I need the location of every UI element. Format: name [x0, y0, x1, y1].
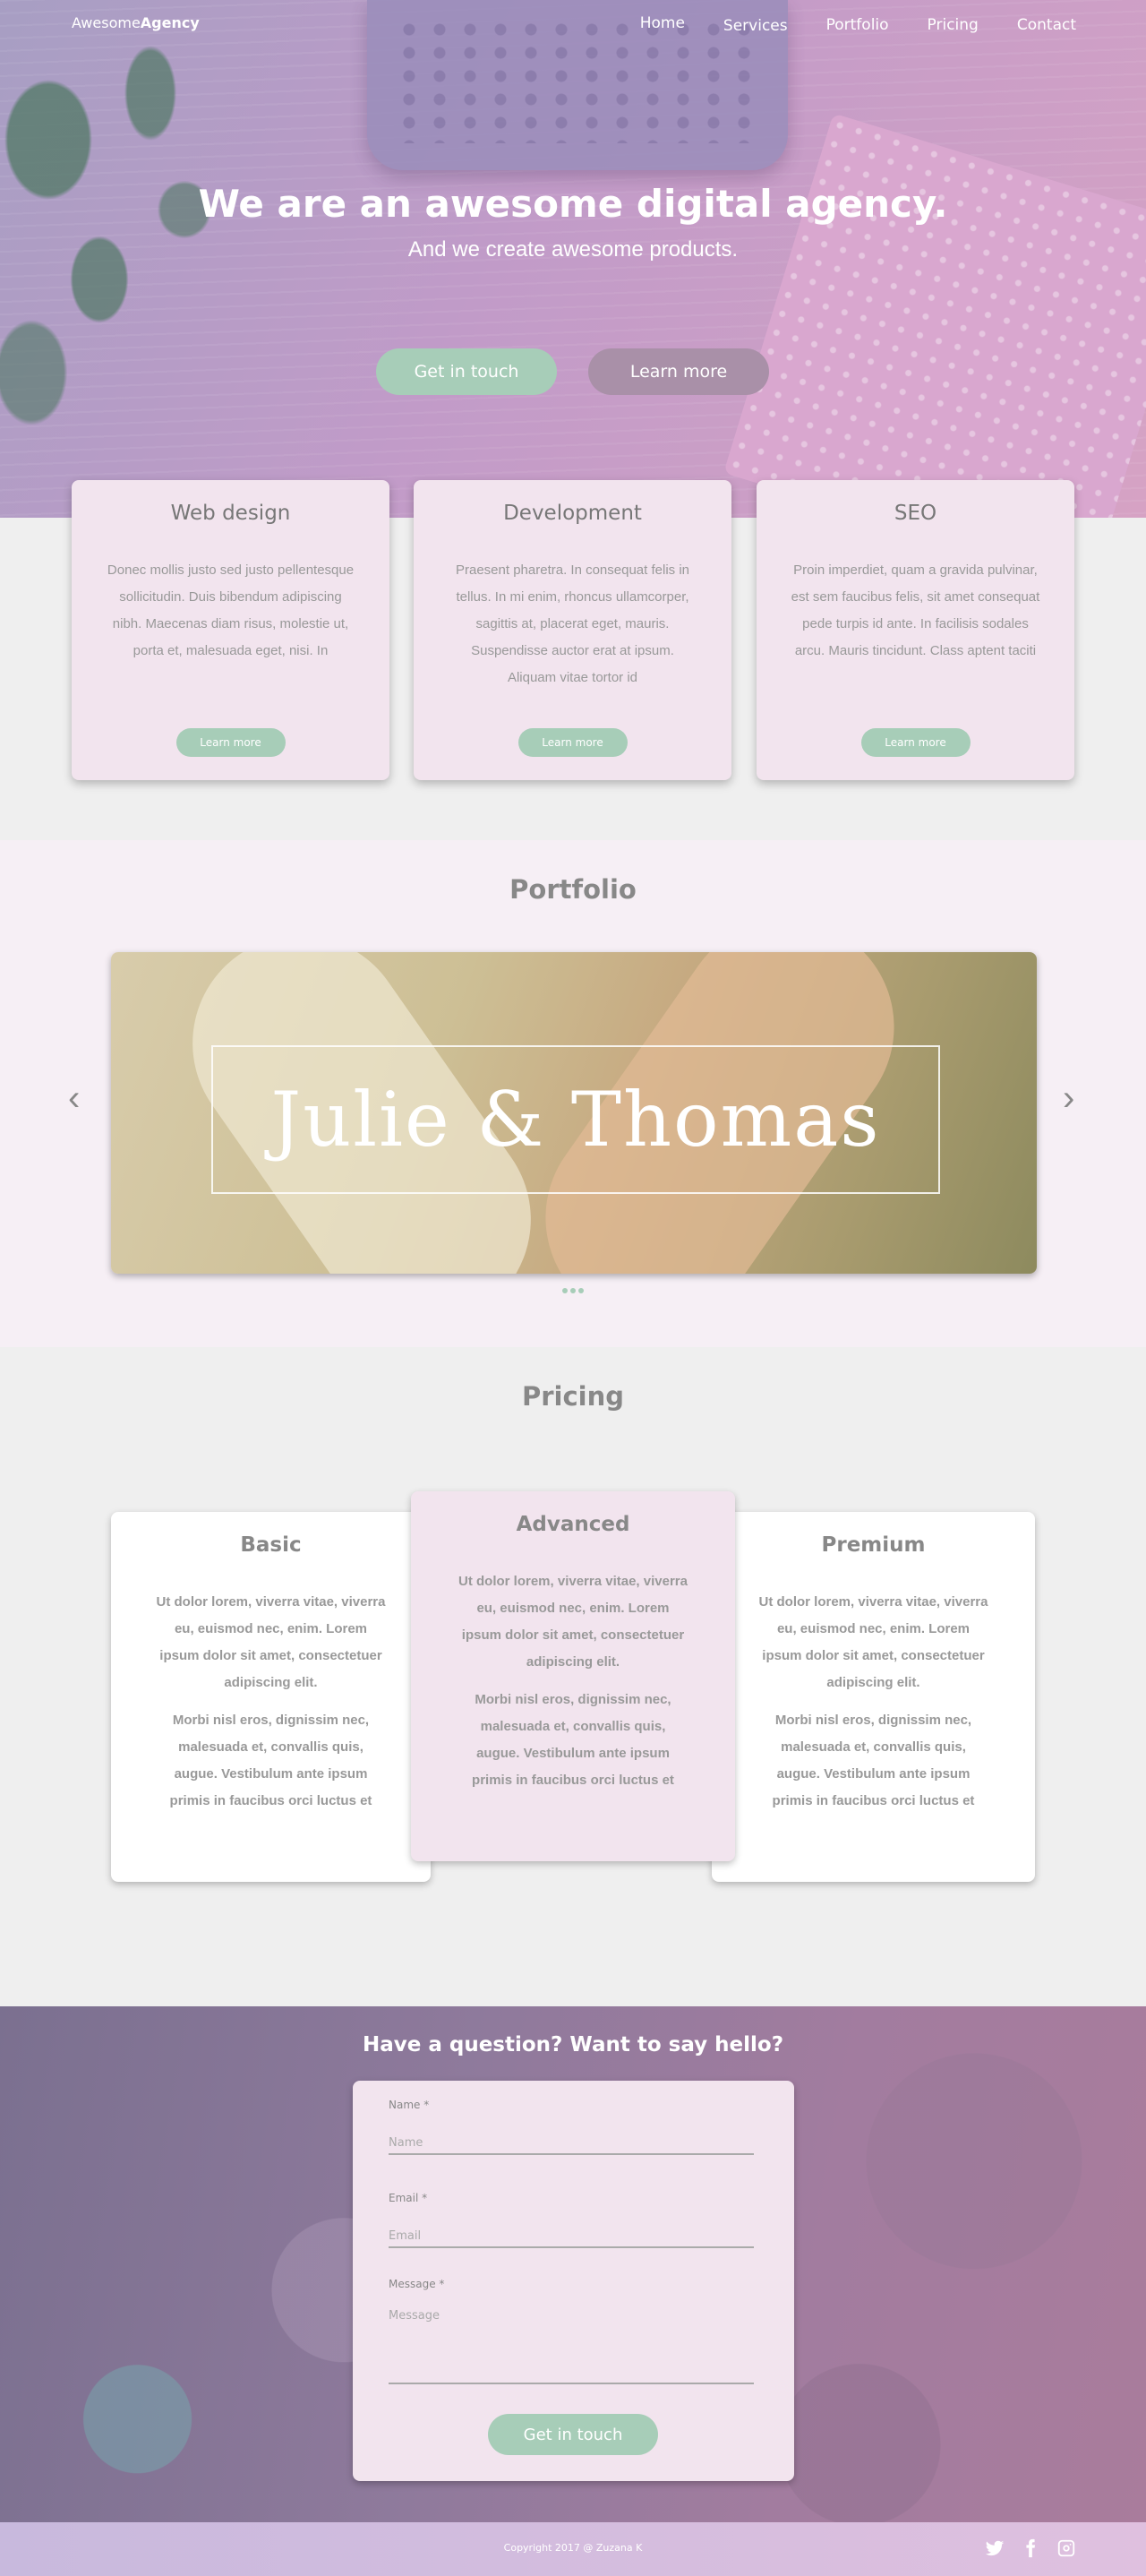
plan-text: Morbi nisl eros, dignissim nec, malesuad… — [472, 1692, 674, 1788]
contact-title-part: ? — [771, 2033, 784, 2057]
message-field[interactable] — [389, 2309, 754, 2384]
facebook-icon[interactable] — [1021, 2538, 1040, 2558]
service-text: Donec mollis justo sed justo pellentesqu… — [107, 562, 355, 658]
contact-title-part: Have a — [362, 2033, 449, 2057]
logo-light-text: Awesome — [72, 14, 141, 31]
hero-section: AwesomeAgency Home Services Portfolio Pr… — [0, 0, 1146, 518]
carousel-next-icon[interactable]: › — [1063, 1080, 1074, 1116]
carousel-dot[interactable] — [578, 1288, 584, 1293]
copyright-text: Copyright 2017 @ Zuzana K — [503, 2542, 643, 2554]
nav-contact[interactable]: Contact — [1017, 16, 1076, 35]
contact-title-bold: question — [449, 2033, 552, 2057]
portfolio-section: Portfolio ‹ Julie & Thomas › — [0, 840, 1146, 1347]
main-nav: Home Services Portfolio Pricing Contact — [640, 14, 1076, 35]
pricing-card-advanced: Advanced Ut dolor lorem, viverra vitae, … — [411, 1491, 735, 1861]
nav-home[interactable]: Home — [640, 14, 685, 35]
carousel-dots — [562, 1288, 584, 1293]
contact-submit-button[interactable]: Get in touch — [488, 2414, 658, 2455]
carousel-dot[interactable] — [562, 1288, 568, 1293]
plan-text: Ut dolor lorem, viverra vitae, viverra e… — [156, 1594, 386, 1690]
footer: Copyright 2017 @ Zuzana K — [0, 2522, 1146, 2576]
pricing-title: Pricing — [521, 1381, 625, 1412]
twitter-icon[interactable] — [985, 2538, 1005, 2558]
service-text: Proin imperdiet, quam a gravida pulvinar… — [791, 562, 1040, 658]
get-in-touch-button[interactable]: Get in touch — [376, 348, 557, 395]
services-section: Web design Donec mollis justo sed justo … — [0, 480, 1146, 840]
logo-bold-text: Agency — [140, 14, 200, 31]
instagram-icon[interactable] — [1056, 2538, 1076, 2558]
service-title: SEO — [894, 502, 937, 525]
contact-section: Have a question? Want to say hello? Name… — [0, 2006, 1146, 2522]
social-links — [985, 2538, 1076, 2558]
service-title: Development — [503, 502, 642, 525]
contact-form: Name * Email * Message * Get in touch — [353, 2081, 794, 2481]
portfolio-slide[interactable]: Julie & Thomas — [111, 952, 1037, 1274]
service-card-seo: SEO Proin imperdiet, quam a gravida pulv… — [757, 480, 1074, 780]
carousel-prev-icon[interactable]: ‹ — [68, 1080, 80, 1116]
pricing-card-premium: Premium Ut dolor lorem, viverra vitae, v… — [712, 1512, 1035, 1882]
pricing-section: Pricing Basic Ut dolor lorem, viverra vi… — [0, 1347, 1146, 2006]
message-label: Message * — [389, 2278, 445, 2290]
email-field[interactable] — [389, 2229, 754, 2248]
plan-name: Basic — [240, 1533, 302, 1557]
hero-plant-image — [0, 0, 286, 466]
portfolio-title: Portfolio — [509, 874, 637, 905]
contact-title-part: ? Want to say — [551, 2033, 715, 2057]
nav-services[interactable]: Services — [723, 17, 788, 35]
plan-name: Advanced — [516, 1513, 630, 1536]
contact-title-bold: hello — [714, 2033, 772, 2057]
contact-title: Have a question? Want to say hello? — [0, 2033, 1146, 2057]
service-text: Praesent pharetra. In consequat felis in… — [456, 562, 689, 685]
plan-text: Ut dolor lorem, viverra vitae, viverra e… — [758, 1594, 988, 1690]
plan-text: Morbi nisl eros, dignissim nec, malesuad… — [169, 1713, 372, 1808]
learn-more-button[interactable]: Learn more — [588, 348, 769, 395]
service-learn-more-button[interactable]: Learn more — [860, 728, 971, 757]
site-logo[interactable]: AwesomeAgency — [72, 14, 200, 31]
pricing-card-basic: Basic Ut dolor lorem, viverra vitae, viv… — [111, 1512, 431, 1882]
carousel-dot[interactable] — [570, 1288, 576, 1293]
email-label: Email * — [389, 2192, 428, 2204]
nav-pricing[interactable]: Pricing — [928, 16, 979, 35]
hero-subtitle: And we create awesome products. — [407, 237, 739, 262]
hero-title: We are an awesome digital agency. — [198, 182, 948, 226]
name-field[interactable] — [389, 2136, 754, 2155]
name-label: Name * — [389, 2099, 430, 2111]
service-card-web-design: Web design Donec mollis justo sed justo … — [72, 480, 389, 780]
plan-name: Premium — [821, 1533, 926, 1557]
service-learn-more-button[interactable]: Learn more — [175, 728, 286, 757]
service-card-development: Development Praesent pharetra. In conseq… — [414, 480, 731, 780]
slide-title: Julie & Thomas — [270, 1076, 881, 1163]
nav-portfolio[interactable]: Portfolio — [826, 16, 889, 35]
service-title: Web design — [170, 502, 291, 525]
plan-text: Ut dolor lorem, viverra vitae, viverra e… — [458, 1574, 688, 1670]
plan-text: Morbi nisl eros, dignissim nec, malesuad… — [772, 1713, 975, 1808]
service-learn-more-button[interactable]: Learn more — [517, 728, 628, 757]
